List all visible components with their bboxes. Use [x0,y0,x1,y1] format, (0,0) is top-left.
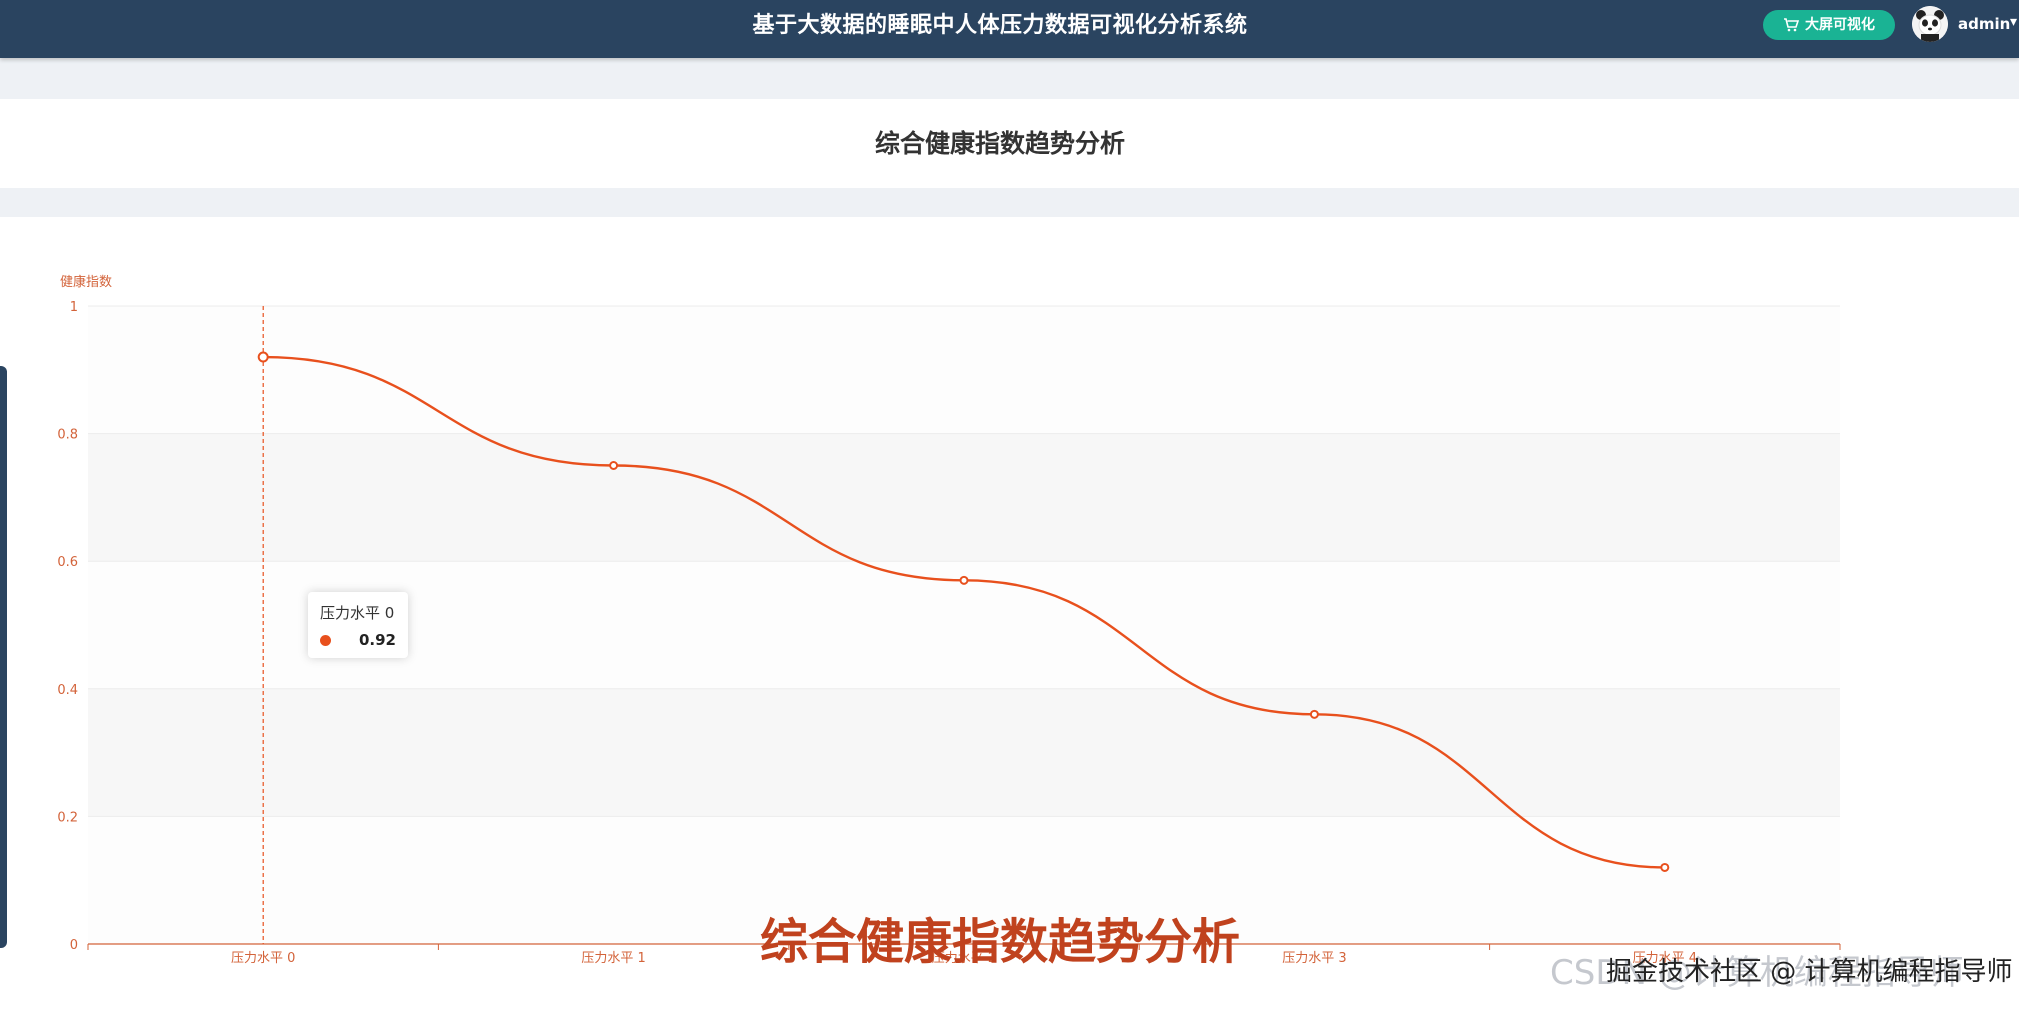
tooltip-series-dot-icon [320,634,331,646]
data-point [609,461,619,470]
grid-band [88,688,1840,817]
y-tick-label: 0.2 [57,810,78,825]
data-point [1660,862,1670,872]
y-tick-label: 0.8 [57,428,78,443]
data-point [959,575,969,585]
tooltip-value: 0.92 [358,631,396,649]
y-tick-label: 1 [70,300,78,315]
tooltip-title: 压力水平 0 [320,604,395,622]
y-tick-label: 0.4 [57,683,78,698]
data-point [257,351,269,363]
data-point [1309,709,1319,719]
chart-tooltip: 压力水平 0 0.92 [308,592,408,658]
health-index-line-chart: 00.20.40.60.81健康指数压力水平 0 压力水平 1 压力水平 2 压力水平… [57,274,1841,966]
y-tick-label: 0.6 [57,555,78,570]
grid-band [88,433,1840,562]
y-axis-label: 健康指数 [60,274,112,290]
watermark-overlay: 掘金技术社区 @ 计算机编程指导师 [1606,957,2013,987]
